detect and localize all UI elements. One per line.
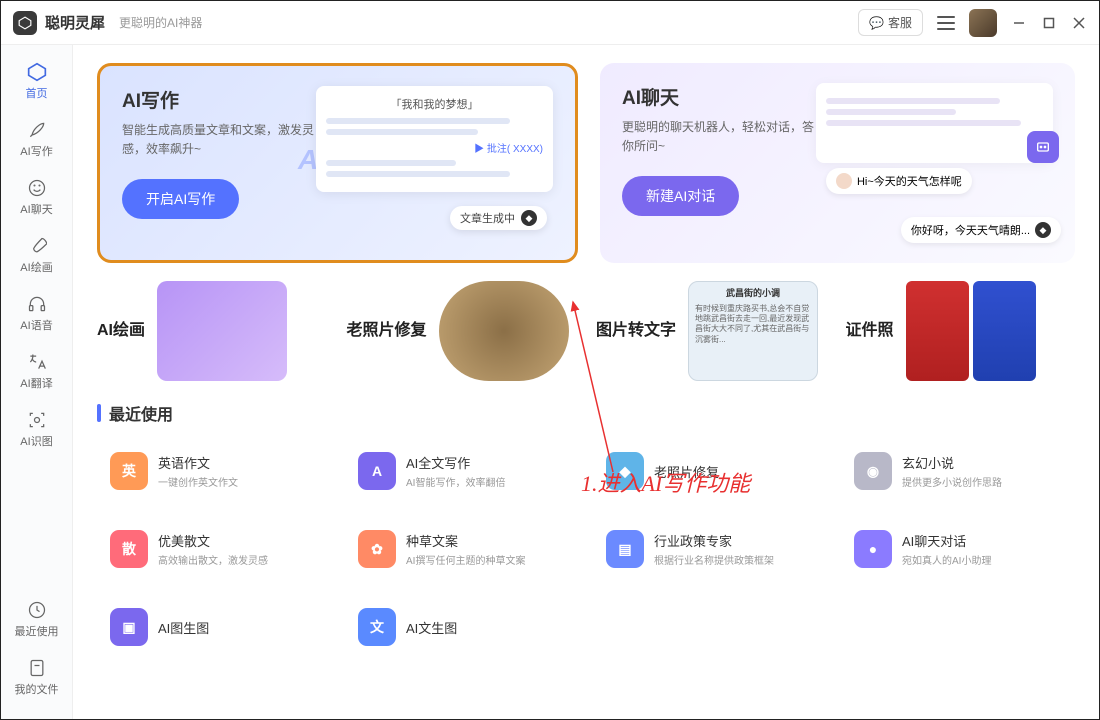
app-subtitle: 更聪明的AI神器 (119, 14, 202, 31)
hero-chat-desc: 更聪明的聊天机器人，轻松对话，答你所问~ (622, 118, 816, 156)
section-title-recent: 最近使用 (97, 401, 1075, 425)
sidebar-item-paint[interactable]: AI绘画 (7, 229, 67, 281)
recent-item-subtitle: 宛如真人的AI小助理 (902, 552, 1062, 567)
hexagon-icon: ◆ (521, 210, 537, 226)
titlebar: 聪明灵犀 更聪明的AI神器 💬 客服 (1, 1, 1099, 45)
new-ai-chat-button[interactable]: 新建AI对话 (622, 176, 739, 216)
ocr-preview-image: 武昌街的小调有时候到重庆路买书,总会不自觉地跳武昌街去走一回,最近发现武昌街大大… (688, 281, 818, 381)
app-name: 聪明灵犀 (45, 12, 105, 33)
feather-icon (26, 119, 48, 141)
hero-writing-desc: 智能生成高质量文章和文案，激发灵感，效率飙升~ (122, 121, 316, 159)
recent-item[interactable]: 散优美散文高效输出散文，激发灵感 (97, 517, 331, 581)
recent-item[interactable]: 英英语作文一键创作英文作文 (97, 439, 331, 503)
paint-preview-image (157, 281, 287, 381)
sidebar-item-chat[interactable]: AI聊天 (7, 171, 67, 223)
recent-item-title: 种草文案 (406, 531, 566, 550)
recent-item-icon: 文 (358, 608, 396, 646)
recent-item-title: AI全文写作 (406, 453, 566, 472)
feature-card-photo-restore[interactable]: 老照片修复 (347, 281, 577, 381)
sidebar-item-ocr[interactable]: AI识图 (7, 403, 67, 455)
chat-bubble-icon: 💬 (869, 16, 884, 30)
recent-item-title: 玄幻小说 (902, 453, 1062, 472)
scan-icon (26, 409, 48, 431)
recent-item-subtitle: 根据行业名称提供政策框架 (654, 552, 814, 567)
sidebar-item-translate[interactable]: AI翻译 (7, 345, 67, 397)
main-content: AI写作 智能生成高质量文章和文案，激发灵感，效率飙升~ 开启AI写作 AI 「… (73, 45, 1099, 719)
recent-item[interactable]: ◉ 玄幻小说提供更多小说创作思路 (841, 439, 1075, 503)
hexagon-icon: ◆ (1035, 222, 1051, 238)
chat-fab-icon (1027, 131, 1059, 163)
recent-item-icon: ◆ (606, 452, 644, 490)
sidebar-item-writing[interactable]: AI写作 (7, 113, 67, 165)
feature-card-ocr[interactable]: 图片转文字武昌街的小调有时候到重庆路买书,总会不自觉地跳武昌街去走一回,最近发现… (596, 281, 826, 381)
id-photo-preview-image (906, 281, 1036, 381)
file-icon (26, 657, 48, 679)
feature-card-paint[interactable]: AI绘画 (97, 281, 327, 381)
recent-item[interactable]: ▣ AI图生图 (97, 595, 331, 659)
recent-item-subtitle: 高效输出散文，激发灵感 (158, 552, 318, 567)
brush-icon (26, 235, 48, 257)
photo-restore-preview-image (439, 281, 569, 381)
maximize-button[interactable] (1041, 15, 1057, 31)
recent-item[interactable]: A AI全文写作 AI智能写作，效率翻倍 (345, 439, 579, 503)
minimize-button[interactable] (1011, 15, 1027, 31)
recent-item-title: 行业政策专家 (654, 531, 814, 550)
chat-bubble-answer: 你好呀，今天天气晴朗...◆ (901, 217, 1061, 243)
recent-item-title: 英语作文 (158, 453, 318, 472)
sidebar-item-files[interactable]: 我的文件 (7, 651, 67, 703)
hero-chat-title: AI聊天 (622, 83, 816, 110)
recent-grid: 英英语作文一键创作英文作文 A AI全文写作 AI智能写作，效率翻倍 ◆ 老照片修复 ◉ 玄幻… (97, 439, 1075, 659)
recent-item-subtitle: AI智能写作，效率翻倍 (406, 474, 566, 489)
start-ai-writing-button[interactable]: 开启AI写作 (122, 179, 239, 219)
user-avatar[interactable] (969, 9, 997, 37)
recent-item-icon: 英 (110, 452, 148, 490)
hamburger-menu-icon[interactable] (937, 16, 955, 30)
close-button[interactable] (1071, 15, 1087, 31)
recent-item-title: AI图生图 (158, 618, 318, 637)
recent-item-title: AI文生图 (406, 618, 566, 637)
recent-item-icon: ◉ (854, 452, 892, 490)
recent-item-icon: ● (854, 530, 892, 568)
recent-item-subtitle: 一键创作英文作文 (158, 474, 318, 489)
recent-item[interactable]: ● AI聊天对话宛如真人的AI小助理 (841, 517, 1075, 581)
smile-icon (26, 177, 48, 199)
generating-pill: 文章生成中◆ (450, 206, 547, 230)
headphone-icon (26, 293, 48, 315)
hero-card-writing[interactable]: AI写作 智能生成高质量文章和文案，激发灵感，效率飙升~ 开启AI写作 AI 「… (97, 63, 578, 263)
sidebar-item-recent[interactable]: 最近使用 (7, 593, 67, 645)
sidebar-item-home[interactable]: 首页 (7, 55, 67, 107)
recent-item-icon: ▤ (606, 530, 644, 568)
logo: 聪明灵犀 更聪明的AI神器 (13, 11, 202, 35)
recent-item[interactable]: ✿ 种草文案 AI撰写任何主题的种草文案 (345, 517, 579, 581)
recent-item-title: AI聊天对话 (902, 531, 1062, 550)
sidebar-item-voice[interactable]: AI语音 (7, 287, 67, 339)
recent-item[interactable]: ◆ 老照片修复 (593, 439, 827, 503)
mock-document: 「我和我的梦想」 ▶ 批注( XXXX) (316, 86, 553, 192)
titlebar-right: 💬 客服 (858, 9, 1087, 37)
clock-icon (26, 599, 48, 621)
recent-item-title: 优美散文 (158, 531, 318, 550)
customer-service-button[interactable]: 💬 客服 (858, 9, 923, 36)
sidebar: 首页 AI写作 AI聊天 AI绘画 AI语音 AI翻译 AI识图 最近使用 我的… (1, 45, 73, 719)
recent-item-icon: A (358, 452, 396, 490)
translate-icon (26, 351, 48, 373)
recent-item-icon: 散 (110, 530, 148, 568)
recent-item-subtitle: 提供更多小说创作思路 (902, 474, 1062, 489)
user-avatar-icon (836, 173, 852, 189)
mock-chat-window (816, 83, 1053, 163)
feature-row: AI绘画 老照片修复 图片转文字武昌街的小调有时候到重庆路买书,总会不自觉地跳武… (97, 281, 1075, 381)
hero-card-chat[interactable]: AI聊天 更聪明的聊天机器人，轻松对话，答你所问~ 新建AI对话 Hi~今天的天… (600, 63, 1075, 263)
recent-item-subtitle: AI撰写任何主题的种草文案 (406, 552, 566, 567)
recent-item-icon: ▣ (110, 608, 148, 646)
chat-bubble-question: Hi~今天的天气怎样呢 (826, 168, 972, 194)
recent-item-icon: ✿ (358, 530, 396, 568)
recent-item[interactable]: ▤ 行业政策专家根据行业名称提供政策框架 (593, 517, 827, 581)
recent-item[interactable]: 文 AI文生图 (345, 595, 579, 659)
feature-card-id-photo[interactable]: 证件照 (846, 281, 1076, 381)
hero-writing-title: AI写作 (122, 86, 316, 113)
app-logo-icon (13, 11, 37, 35)
recent-item-title: 老照片修复 (654, 462, 814, 481)
home-icon (26, 61, 48, 83)
